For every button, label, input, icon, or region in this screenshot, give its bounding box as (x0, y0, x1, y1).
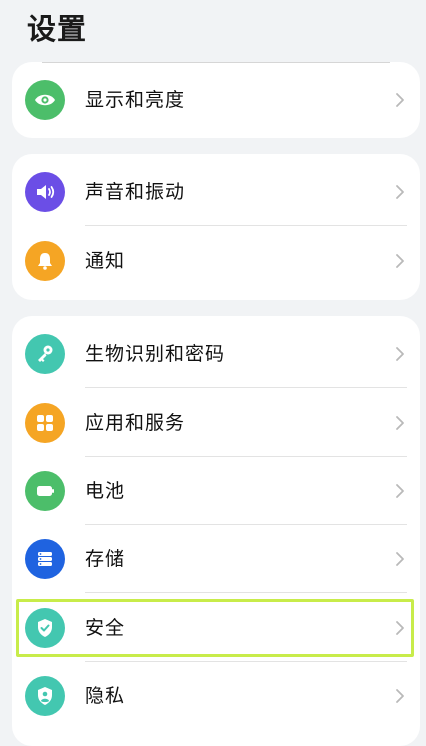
page-title: 设置 (27, 12, 88, 46)
settings-group-display: 显示和亮度 (12, 62, 420, 138)
settings-item-biometrics-password[interactable]: 生物识别和密码 (12, 320, 420, 388)
settings-item-label: 生物识别和密码 (85, 343, 226, 365)
settings-item-battery[interactable]: 电池 (12, 457, 420, 525)
settings-item-label: 应用和服务 (85, 412, 186, 434)
settings-group-sound: 声音和振动 通知 (12, 154, 420, 300)
eye-icon (25, 80, 65, 120)
key-icon (25, 334, 65, 374)
chevron-right-icon (396, 93, 404, 107)
divider (85, 592, 407, 593)
settings-item-display-brightness[interactable]: 显示和亮度 (12, 66, 420, 134)
chevron-right-icon (396, 185, 404, 199)
settings-item-notifications[interactable]: 通知 (12, 227, 420, 295)
privacy-shield-icon (25, 676, 65, 716)
settings-item-privacy[interactable]: 隐私 (12, 662, 420, 730)
divider (85, 225, 407, 226)
settings-item-label: 显示和亮度 (85, 89, 186, 111)
storage-icon (25, 539, 65, 579)
chevron-right-icon (396, 347, 404, 361)
settings-item-label: 通知 (85, 250, 126, 272)
chevron-right-icon (396, 416, 404, 430)
settings-item-label: 存储 (85, 548, 126, 570)
apps-grid-icon (25, 403, 65, 443)
speaker-icon (25, 172, 65, 212)
chevron-right-icon (396, 689, 404, 703)
settings-group-system: 生物识别和密码 应用和服务 电池 存储 安全 隐私 (12, 316, 420, 746)
chevron-right-icon (396, 484, 404, 498)
settings-item-apps-services[interactable]: 应用和服务 (12, 389, 420, 457)
chevron-right-icon (396, 254, 404, 268)
settings-item-label: 电池 (85, 480, 126, 502)
divider (85, 387, 407, 388)
settings-item-label: 声音和振动 (85, 181, 186, 203)
battery-icon (25, 471, 65, 511)
divider (42, 62, 390, 63)
settings-item-sound-vibration[interactable]: 声音和振动 (12, 158, 420, 226)
settings-item-storage[interactable]: 存储 (12, 525, 420, 593)
chevron-right-icon (396, 552, 404, 566)
selection-highlight (16, 599, 414, 657)
bell-icon (25, 241, 65, 281)
settings-item-label: 隐私 (85, 685, 126, 707)
